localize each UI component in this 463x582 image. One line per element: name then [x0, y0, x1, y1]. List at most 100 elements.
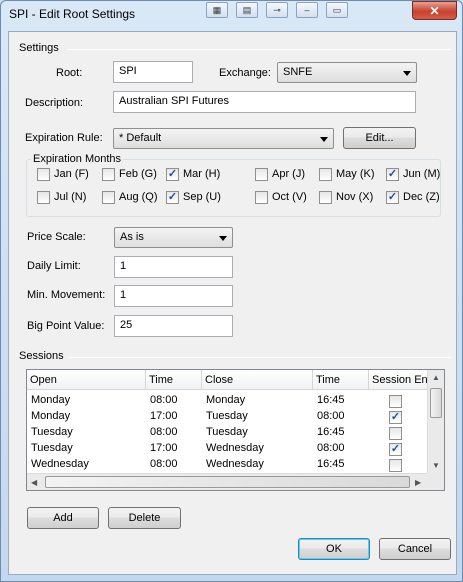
big-point-value-input[interactable]: 25 — [114, 315, 233, 337]
add-session-button[interactable]: Add — [27, 507, 99, 529]
table-cell-open[interactable]: Monday — [31, 410, 70, 422]
min-movement-input[interactable]: 1 — [114, 285, 233, 307]
month-checkbox[interactable]: ✓ — [386, 168, 399, 181]
month-checkbox[interactable] — [102, 191, 115, 204]
month-checkbox[interactable]: ✓ — [166, 191, 179, 204]
settings-separator — [67, 49, 451, 50]
table-cell-close-time[interactable]: 08:00 — [317, 410, 345, 422]
table-cell-open-time[interactable]: 08:00 — [150, 394, 178, 406]
month-checkbox[interactable] — [102, 168, 115, 181]
month-label[interactable]: Jan (F) — [54, 168, 89, 180]
toolbar-restore-icon[interactable]: ▭ — [326, 2, 348, 18]
month-checkbox[interactable] — [255, 191, 268, 204]
month-label[interactable]: Aug (Q) — [119, 191, 158, 203]
horizontal-scrollbar[interactable]: ◀ ▶ — [27, 473, 428, 490]
month-checkbox[interactable] — [319, 168, 332, 181]
vertical-scroll-thumb[interactable] — [430, 388, 442, 418]
month-checkbox[interactable] — [37, 168, 50, 181]
session-end-checkbox[interactable]: ✓ — [389, 443, 402, 456]
price-scale-select[interactable]: As is — [114, 227, 233, 248]
scroll-corner — [427, 473, 444, 490]
expiration-rule-select[interactable]: * Default — [113, 128, 334, 149]
toolbar-plug-icon[interactable]: ⊸ — [266, 2, 288, 18]
close-button[interactable]: ✕ — [412, 1, 457, 20]
dialog-window: SPI - Edit Root Settings ▦ ▤ ⊸ – ▭ ✕ Set… — [0, 0, 463, 582]
table-cell-close[interactable]: Monday — [206, 394, 245, 406]
session-end-checkbox[interactable]: ✓ — [389, 411, 402, 424]
month-label[interactable]: Sep (U) — [183, 191, 221, 203]
horizontal-scroll-thumb[interactable] — [45, 476, 410, 488]
column-header-close[interactable]: Close — [202, 370, 313, 390]
min-movement-label: Min. Movement: — [27, 289, 106, 301]
settings-group-label: Settings — [19, 42, 59, 54]
sessions-group-label: Sessions — [19, 350, 64, 362]
ok-button[interactable]: OK — [298, 538, 370, 560]
month-label[interactable]: Nov (X) — [336, 191, 373, 203]
description-input[interactable]: Australian SPI Futures — [113, 91, 416, 113]
scroll-right-icon[interactable]: ▶ — [415, 478, 421, 487]
sessions-separator — [69, 357, 451, 358]
table-cell-close-time[interactable]: 16:45 — [317, 458, 345, 470]
scroll-up-icon[interactable]: ▲ — [432, 373, 440, 382]
description-label: Description: — [25, 97, 84, 109]
cancel-button[interactable]: Cancel — [379, 538, 451, 560]
price-scale-label: Price Scale: — [27, 231, 86, 243]
dialog-body: Settings Root: SPI Exchange: SNFE Descri… — [8, 31, 457, 575]
table-cell-open[interactable]: Tuesday — [31, 442, 73, 454]
edit-rule-button[interactable]: Edit... — [343, 127, 416, 149]
table-cell-open[interactable]: Tuesday — [31, 426, 73, 438]
table-cell-open[interactable]: Monday — [31, 394, 70, 406]
column-header-open-time[interactable]: Time — [146, 370, 202, 390]
session-end-checkbox[interactable] — [389, 427, 402, 440]
daily-limit-input[interactable]: 1 — [114, 256, 233, 278]
table-cell-close-time[interactable]: 16:45 — [317, 394, 345, 406]
month-label[interactable]: May (K) — [336, 168, 375, 180]
table-cell-open[interactable]: Wednesday — [31, 458, 89, 470]
session-end-checkbox[interactable] — [389, 395, 402, 408]
sessions-table[interactable]: Open Time Close Time Session End Monday 0… — [26, 369, 445, 491]
title-bar[interactable]: SPI - Edit Root Settings ▦ ▤ ⊸ – ▭ ✕ — [1, 1, 462, 27]
month-label[interactable]: Feb (G) — [119, 168, 157, 180]
month-checkbox[interactable] — [37, 191, 50, 204]
column-header-open[interactable]: Open — [27, 370, 146, 390]
table-cell-open-time[interactable]: 08:00 — [150, 458, 178, 470]
chevron-down-icon — [320, 137, 328, 142]
big-point-value-label: Big Point Value: — [27, 320, 105, 332]
toolbar-minus-icon[interactable]: – — [296, 2, 318, 18]
window-title: SPI - Edit Root Settings — [9, 7, 136, 21]
root-label: Root: — [56, 67, 83, 79]
month-label[interactable]: Mar (H) — [183, 168, 220, 180]
month-checkbox[interactable]: ✓ — [166, 168, 179, 181]
table-cell-close[interactable]: Tuesday — [206, 410, 248, 422]
table-cell-close[interactable]: Tuesday — [206, 426, 248, 438]
session-end-checkbox[interactable] — [389, 459, 402, 472]
table-cell-close[interactable]: Wednesday — [206, 458, 264, 470]
scroll-left-icon[interactable]: ◀ — [31, 478, 37, 487]
scroll-down-icon[interactable]: ▼ — [432, 461, 440, 470]
daily-limit-label: Daily Limit: — [27, 260, 81, 272]
month-label[interactable]: Oct (V) — [272, 191, 307, 203]
expiration-rule-label: Expiration Rule: — [25, 132, 103, 144]
month-checkbox[interactable] — [319, 191, 332, 204]
column-header-session-end[interactable]: Session End — [369, 370, 434, 390]
month-checkbox[interactable] — [255, 168, 268, 181]
toolbar-list-icon[interactable]: ▤ — [236, 2, 258, 18]
toolbar-grid-icon[interactable]: ▦ — [206, 2, 228, 18]
exchange-select[interactable]: SNFE — [277, 62, 417, 83]
vertical-scrollbar[interactable]: ▲ ▼ — [427, 370, 444, 474]
table-cell-close-time[interactable]: 08:00 — [317, 442, 345, 454]
table-cell-open-time[interactable]: 08:00 — [150, 426, 178, 438]
delete-session-button[interactable]: Delete — [108, 507, 181, 529]
month-label[interactable]: Jul (N) — [54, 191, 86, 203]
table-cell-close[interactable]: Wednesday — [206, 442, 264, 454]
root-input[interactable]: SPI — [113, 61, 193, 83]
exchange-value: SNFE — [283, 66, 313, 78]
table-cell-open-time[interactable]: 17:00 — [150, 442, 178, 454]
table-cell-close-time[interactable]: 16:45 — [317, 426, 345, 438]
month-label[interactable]: Dec (Z) — [403, 191, 440, 203]
month-checkbox[interactable]: ✓ — [386, 191, 399, 204]
table-cell-open-time[interactable]: 17:00 — [150, 410, 178, 422]
month-label[interactable]: Apr (J) — [272, 168, 305, 180]
month-label[interactable]: Jun (M) — [403, 168, 440, 180]
column-header-close-time[interactable]: Time — [313, 370, 369, 390]
